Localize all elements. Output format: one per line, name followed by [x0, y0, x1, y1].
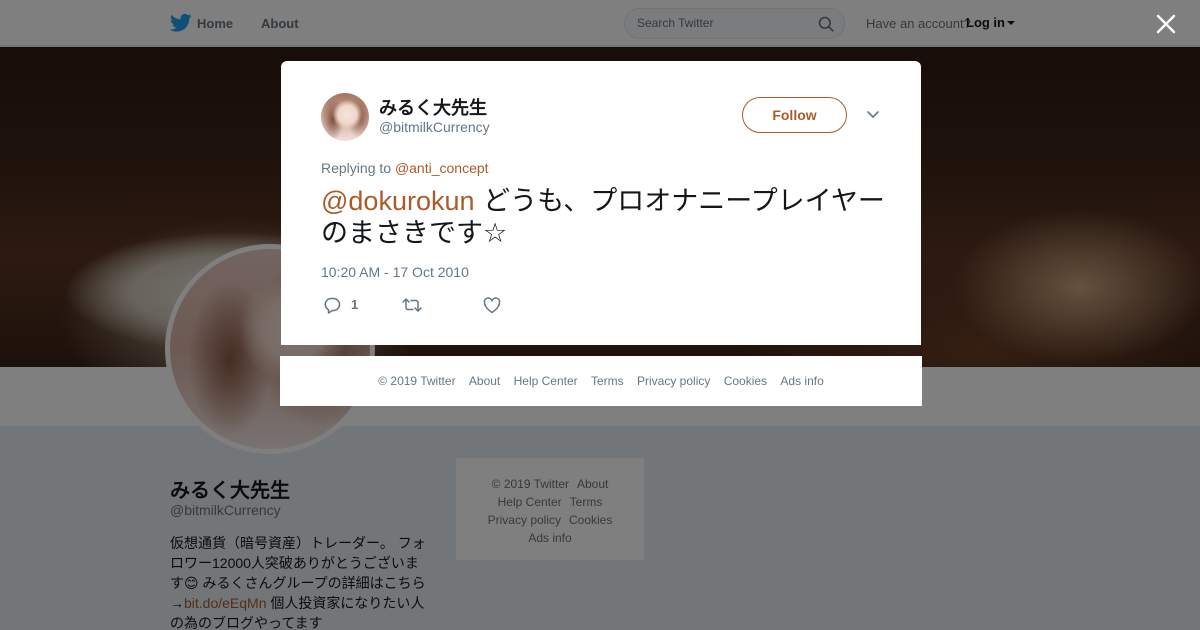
tweet-text: @dokurokun どうも、プロオナニープレイヤーのまさきです☆ — [321, 185, 889, 250]
tweet-author-avatar[interactable] — [321, 93, 369, 141]
tweet-modal: みるく大先生 @bitmilkCurrency Follow Replying … — [281, 61, 921, 345]
tweet-timestamp[interactable]: 10:20 AM - 17 Oct 2010 — [321, 264, 469, 280]
follow-button[interactable]: Follow — [742, 97, 847, 133]
chevron-down-icon[interactable] — [866, 110, 880, 120]
replying-to-mention[interactable]: @anti_concept — [395, 160, 489, 176]
modal-footer-terms[interactable]: Terms — [591, 374, 624, 388]
tweet-author-handle[interactable]: @bitmilkCurrency — [379, 119, 490, 135]
retweet-icon[interactable] — [402, 297, 422, 313]
replying-to: Replying to @anti_concept — [321, 160, 489, 176]
modal-footer-cookies[interactable]: Cookies — [724, 374, 767, 388]
heart-icon[interactable] — [483, 297, 501, 314]
modal-footer: © 2019 Twitter About Help Center Terms P… — [280, 356, 922, 406]
modal-footer-help[interactable]: Help Center — [514, 374, 578, 388]
modal-footer-privacy[interactable]: Privacy policy — [637, 374, 710, 388]
tweet-mention-link[interactable]: @dokurokun — [321, 186, 475, 216]
tweet-author-name[interactable]: みるく大先生 — [379, 94, 487, 120]
reply-count: 1 — [351, 297, 359, 312]
replying-prefix: Replying to — [321, 160, 392, 176]
close-icon[interactable] — [1156, 14, 1176, 34]
modal-footer-copyright: © 2019 Twitter — [378, 374, 456, 388]
modal-footer-ads[interactable]: Ads info — [780, 374, 823, 388]
reply-icon[interactable] — [323, 296, 341, 314]
modal-footer-about[interactable]: About — [469, 374, 500, 388]
